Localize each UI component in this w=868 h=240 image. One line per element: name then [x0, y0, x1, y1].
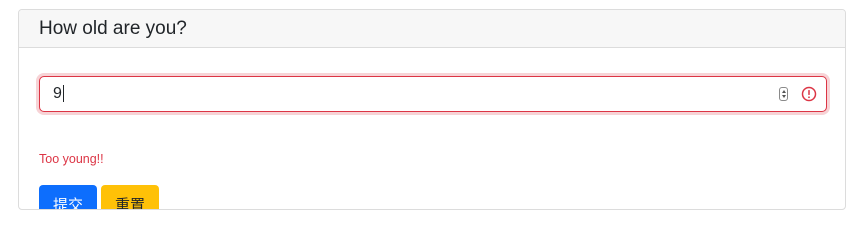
exclamation-circle-icon	[801, 86, 817, 102]
age-input-value: 9	[53, 85, 62, 102]
number-spinner-icon[interactable]	[779, 87, 788, 101]
submit-button[interactable]: 提交	[39, 185, 97, 209]
spinner-down-icon[interactable]	[781, 95, 786, 98]
age-input[interactable]: 9	[53, 85, 64, 103]
spinner-up-icon[interactable]	[781, 90, 786, 93]
form-card: How old are you? 9 Too young!! 提交 重置	[18, 9, 846, 210]
reset-button[interactable]: 重置	[101, 185, 159, 209]
age-input-wrapper[interactable]: 9	[39, 76, 827, 112]
card-title: How old are you?	[39, 17, 187, 39]
card-header: How old are you?	[19, 10, 845, 48]
invalid-feedback: Too young!!	[39, 152, 104, 166]
text-caret	[62, 85, 64, 103]
